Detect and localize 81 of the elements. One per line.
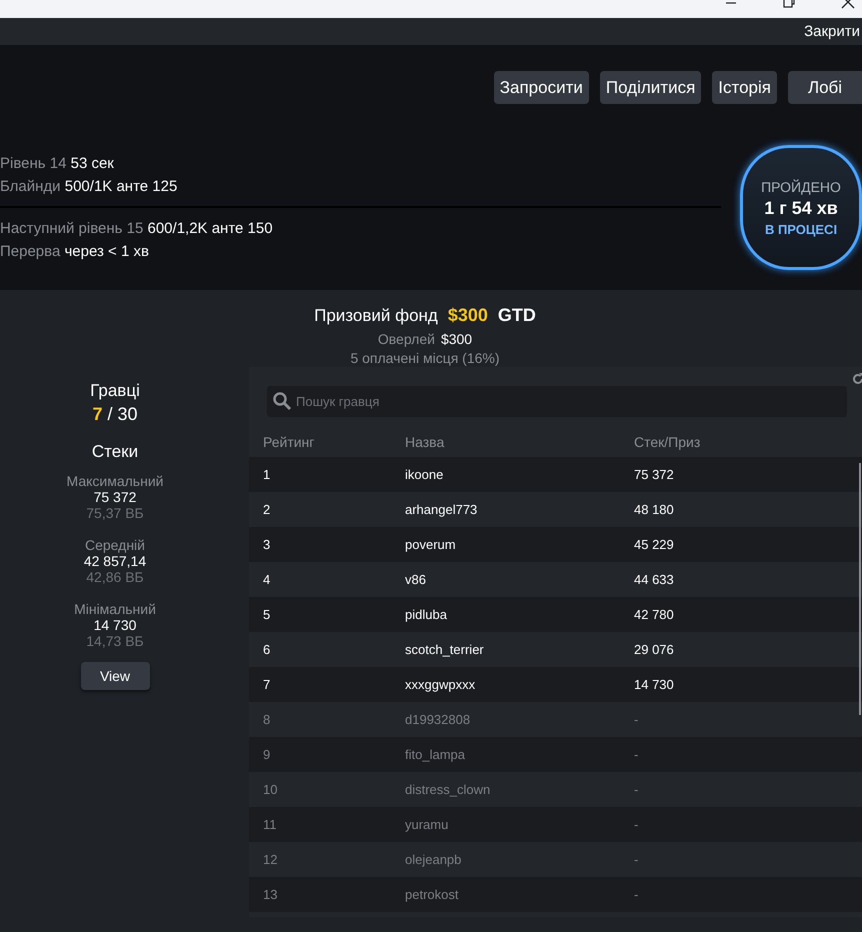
stack-cell-text: - [634,747,640,762]
rank-cell-text: 12 [263,852,278,867]
info-value: 500/1K анте 125 [64,178,178,195]
guarantee-label: GTD [498,305,536,326]
overlay-label: Оверлей [378,331,435,347]
share-button[interactable]: Поділитися [600,71,702,104]
stack-label: Максимальний [66,473,164,489]
big-blinds-value: 75,37 ВБ [86,505,144,521]
info-value: 600/1,2K анте 150 [148,220,273,237]
stack-cell-text: 44 633 [634,572,675,587]
player-name-cell-text: d19932808 [405,712,472,727]
history-button[interactable]: Історія [712,71,777,104]
rank-cell-text: 9 [263,747,272,762]
stack-cell-text: - [634,782,640,797]
stack-value: 42 857,14 [84,553,146,569]
minimize-icon[interactable] [724,1,738,5]
refresh-icon[interactable] [851,372,862,386]
player-name-cell-text: arhangel773 [405,502,478,517]
column-header: Рейтинг [263,434,316,450]
stack-value: 75 372 [94,489,136,505]
rank-cell-text: 2 [263,502,272,517]
player-name-cell-text: v86 [405,572,427,587]
stacks-title: Стеки [92,442,138,463]
paid-places: 5 оплачені місця (16%) [350,350,500,366]
rank-cell-text: 6 [263,642,272,657]
big-blinds-value: 14,73 ВБ [86,633,144,649]
info-label: Блайнди [0,178,61,195]
stack-cell-text: 14 730 [634,677,675,692]
player-name-cell-text: pidluba [405,607,448,622]
overlay-value: $300 [440,331,472,347]
rank-cell-text: 8 [263,712,272,727]
player-name-cell-text: scotch_terrier [405,642,485,657]
rank-cell-text: 10 [263,782,278,797]
info-value: через < 1 хв [64,243,149,260]
rank-cell-text: 7 [263,677,272,692]
player-name-cell-text: distress_clown [405,782,492,797]
player-name-cell-text: xxxggwpxxx [405,677,476,692]
stack-cell-text: - [634,887,640,902]
stack-cell-text: 45 229 [634,537,675,552]
rank-cell-text: 11 [263,817,278,832]
stack-label: Середній [85,537,145,553]
view-button[interactable]: View [80,662,150,690]
invite-button[interactable]: Запросити [494,71,589,104]
prize-amount: $300 [448,305,488,326]
players-count: 7 / 30 [92,404,138,425]
stack-value: 14 730 [94,617,136,633]
info-label: Перерва [0,243,60,260]
players-title: Гравці [90,381,140,402]
player-name-cell-text: poverum [405,537,457,552]
column-header: Стек/Приз [634,434,702,450]
stack-cell-text: 48 180 [634,502,675,517]
status-label: В ПРОЦЕСІ [764,222,838,236]
player-name-cell-text: fito_lampa [405,747,466,762]
player-name-cell-text: olejeanpb [405,852,462,867]
info-value: 53 сек [70,155,114,172]
column-header: Назва [405,434,446,450]
stack-cell-text: 42 780 [634,607,675,622]
stack-cell-text: - [634,817,640,832]
search-field[interactable]: Пошук гравця [267,386,847,417]
stack-cell-text: - [634,852,640,867]
big-blinds-value: 42,86 ВБ [86,569,144,585]
badge-title: ПРОЙДЕНО [761,178,841,194]
elapsed-time: 1 г 54 хв [764,198,838,218]
close-link[interactable]: Закрити [804,23,862,40]
info-label: Рівень 14 [0,155,66,172]
rank-cell-text: 3 [263,537,272,552]
prize-label: Призовий фонд [314,306,438,326]
stack-cell-text: 75 372 [634,467,675,482]
rank-cell-text: 5 [263,607,272,622]
rank-cell-text: 13 [263,887,278,902]
lobby-button[interactable]: Лобі [788,71,862,104]
stack-label: Мінімальний [74,601,156,617]
rank-cell-text: 1 [263,467,272,482]
info-label: Наступний рівень 15 [0,220,144,237]
stack-cell-text: - [634,712,640,727]
stack-cell-text: 29 076 [634,642,675,657]
player-name-cell-text: petrokost [405,887,460,902]
rank-cell-text: 4 [263,572,272,587]
player-name-cell-text: yuramu [405,817,450,832]
player-name-cell-text: ikoone [405,467,444,482]
scrollbar[interactable] [859,463,861,715]
